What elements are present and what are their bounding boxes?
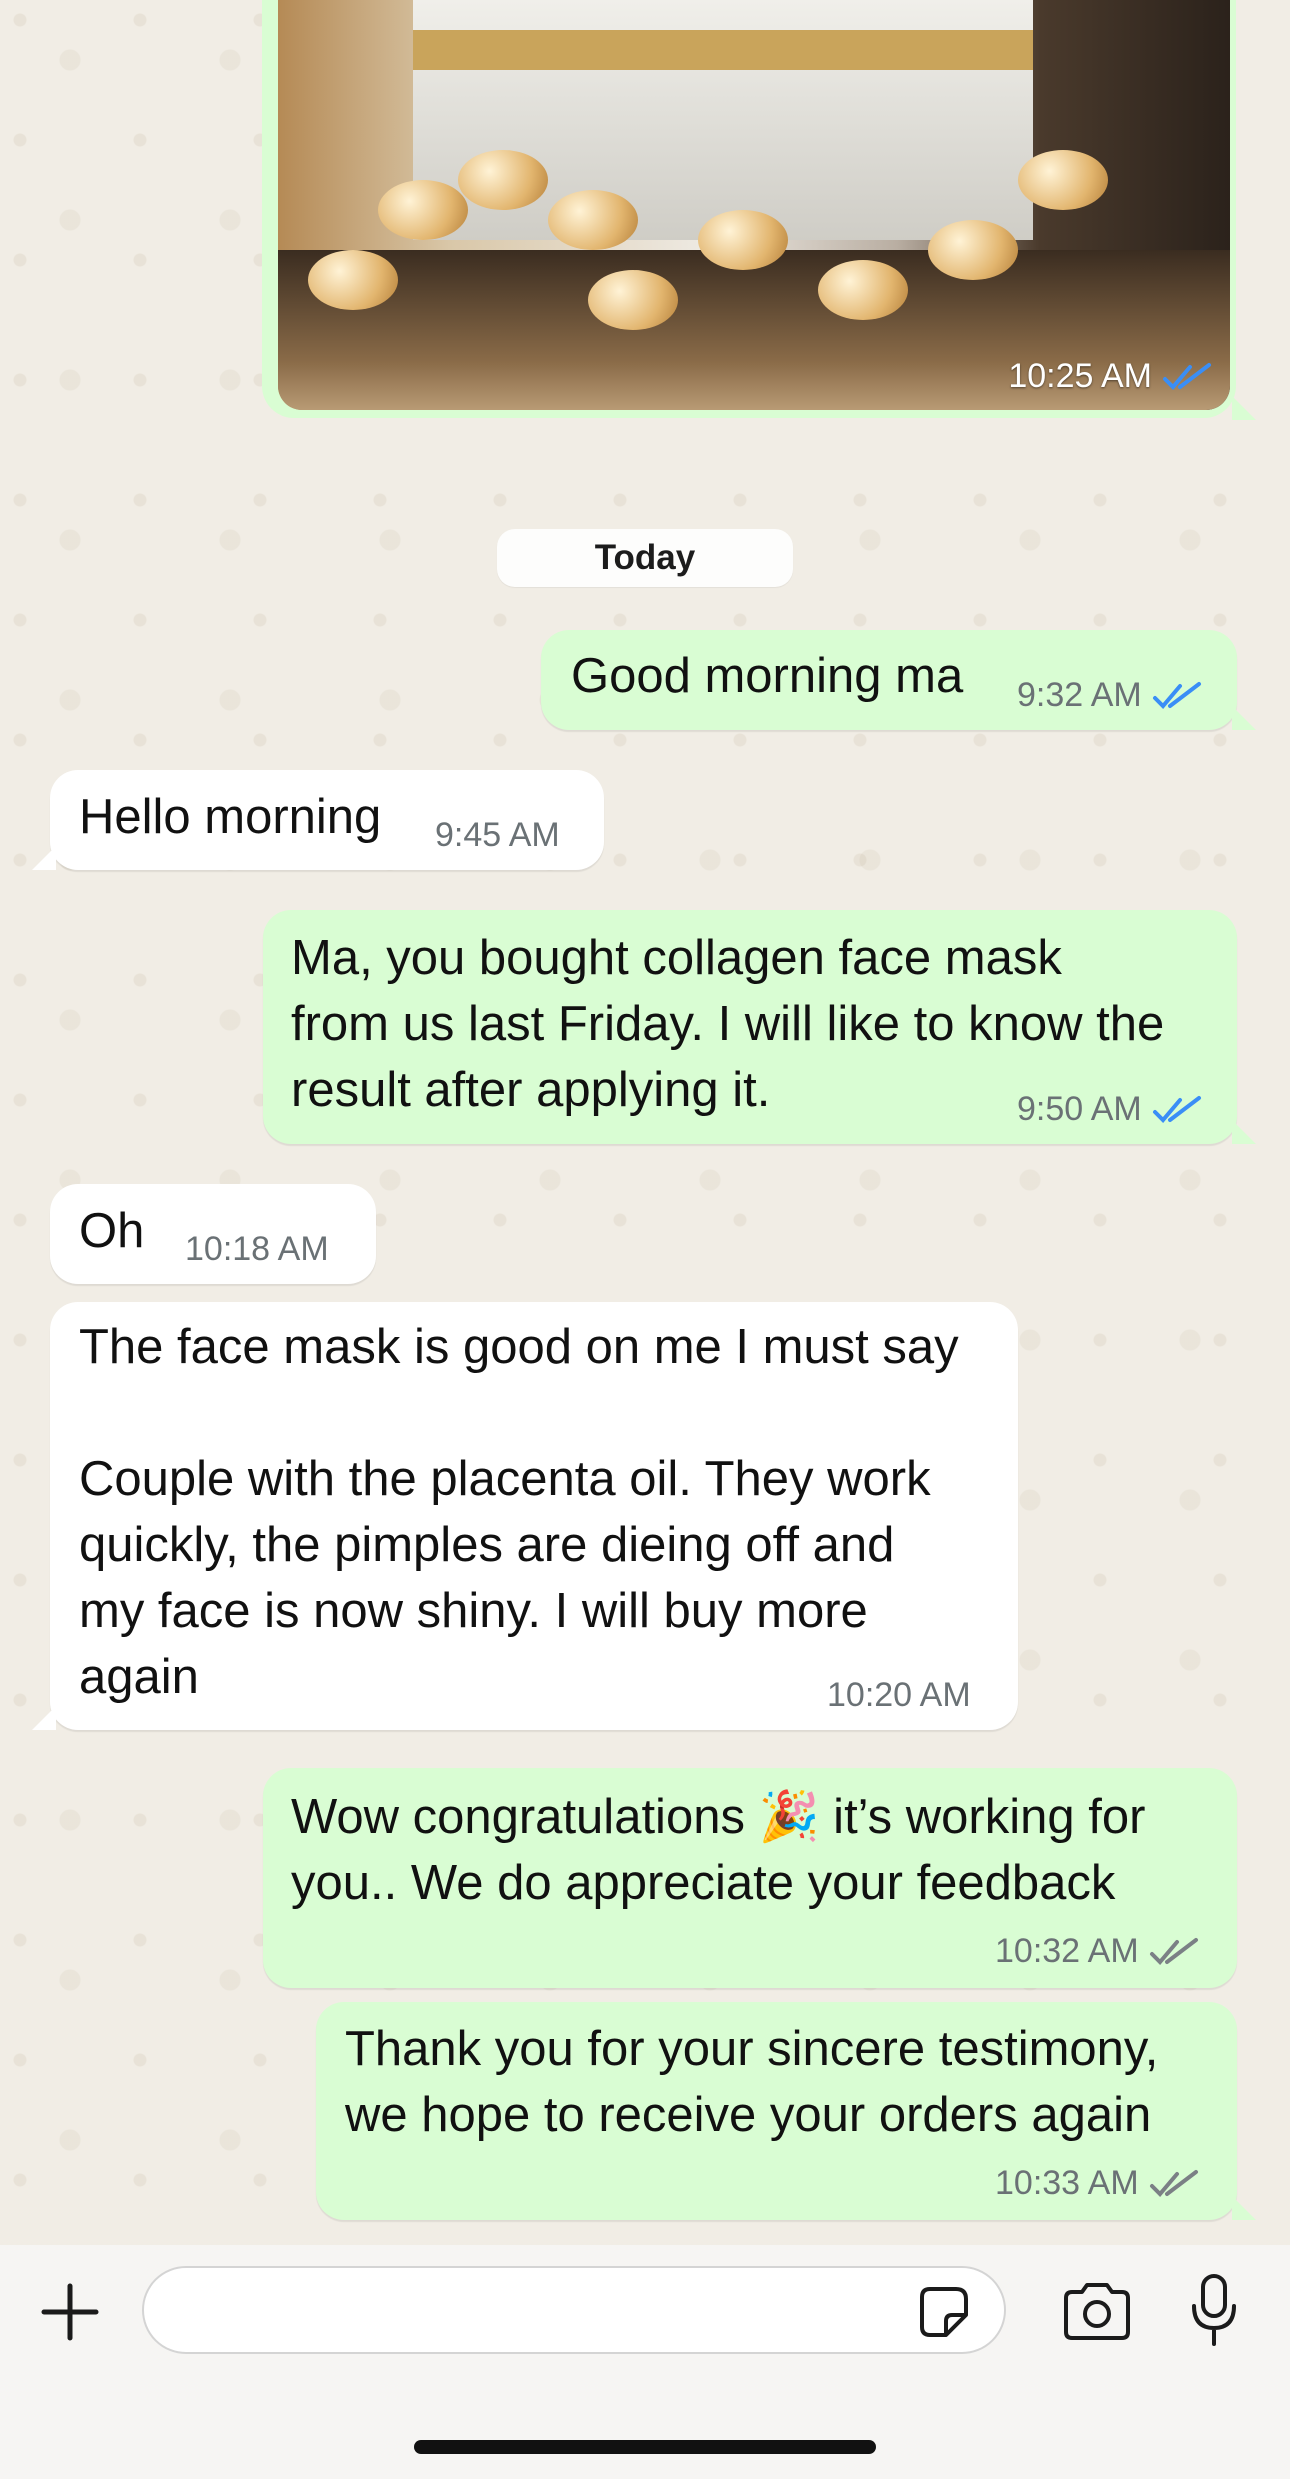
double-check-delivered-icon xyxy=(1149,2169,1198,2197)
capsule xyxy=(928,220,1018,280)
message-meta: 9:45 AM xyxy=(435,816,560,854)
double-check-read-icon xyxy=(1152,1095,1201,1123)
message-meta: 10:20 AM xyxy=(827,1676,971,1714)
message-meta: 10:32 AM xyxy=(995,1932,1199,1971)
double-check-read-icon xyxy=(1152,681,1201,709)
home-indicator[interactable] xyxy=(414,2440,876,2454)
capsule xyxy=(378,180,468,240)
message-input[interactable] xyxy=(142,2266,1006,2354)
double-check-read-icon xyxy=(1163,362,1211,390)
message-text: Good morning ma xyxy=(571,649,964,703)
camera-icon[interactable] xyxy=(1060,2280,1134,2342)
microphone-icon[interactable] xyxy=(1188,2272,1240,2348)
image-timestamp: 10:25 AM xyxy=(1008,357,1212,396)
sticker-icon[interactable] xyxy=(914,2283,972,2341)
product-photo[interactable]: 10:25 AM xyxy=(278,0,1230,410)
message-meta: 10:18 AM xyxy=(185,1230,329,1268)
message-text: Hello morning xyxy=(79,790,382,844)
plus-icon[interactable] xyxy=(38,2280,102,2344)
message-meta: 10:33 AM xyxy=(995,2164,1199,2203)
date-divider: Today xyxy=(497,529,793,587)
capsule xyxy=(588,270,678,330)
capsule xyxy=(698,210,788,270)
capsule xyxy=(818,260,908,320)
capsule xyxy=(548,190,638,250)
double-check-delivered-icon xyxy=(1149,1937,1198,1965)
message-text: Oh xyxy=(79,1204,145,1258)
message-text: The face mask is good on me I must say C… xyxy=(79,1320,959,1704)
capsule xyxy=(1018,150,1108,210)
message-meta: 9:32 AM xyxy=(1017,676,1202,715)
message-text: Thank you for your sincere testimony, we… xyxy=(345,2022,1159,2142)
capsule xyxy=(308,250,398,310)
capsule xyxy=(458,150,548,210)
bubble-tail xyxy=(1232,396,1256,420)
message-meta: 9:50 AM xyxy=(1017,1090,1202,1129)
message-text: Wow congratulations 🎉 it’s working for y… xyxy=(291,1790,1146,1910)
